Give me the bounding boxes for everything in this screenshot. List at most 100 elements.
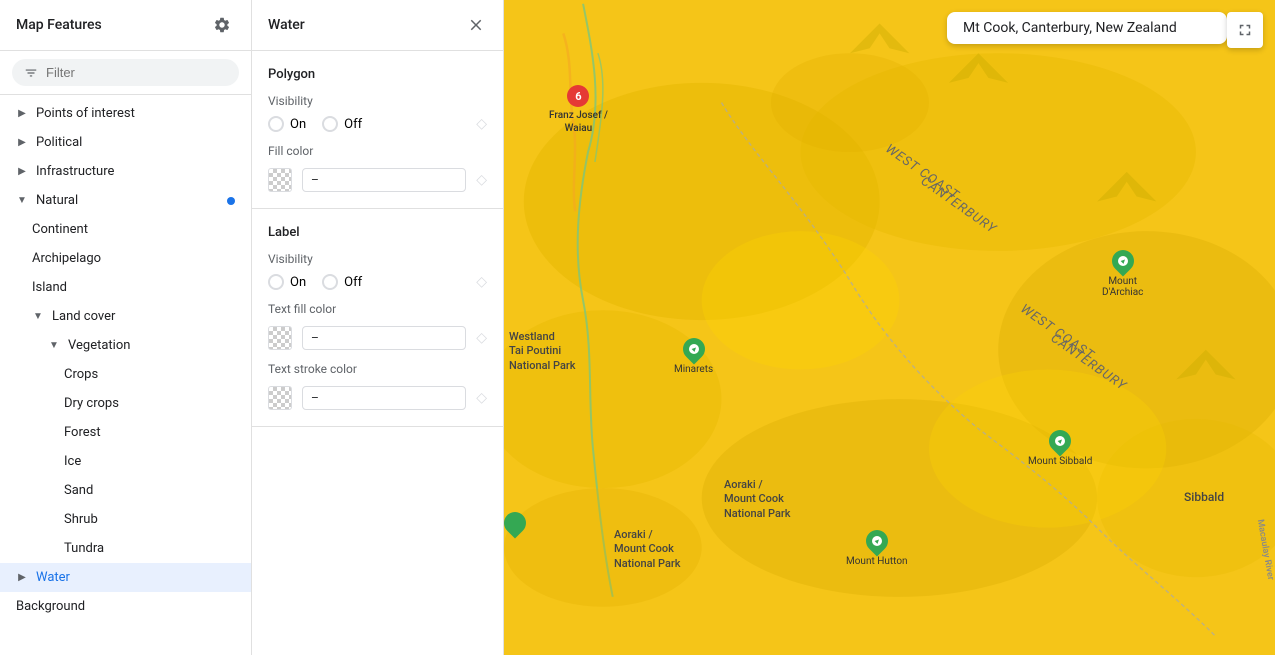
sidebar-item-points-of-interest[interactable]: ▶ Points of interest bbox=[0, 99, 251, 128]
sidebar: Map Features ▶ Points of interest ▶ Poli… bbox=[0, 0, 252, 655]
mountain-marker bbox=[504, 507, 531, 538]
sidebar-item-crops[interactable]: Crops bbox=[0, 360, 251, 389]
poi-mount-hutton: ▲ Mount Hutton bbox=[846, 530, 908, 567]
sidebar-title: Map Features bbox=[16, 17, 102, 33]
sidebar-item-water[interactable]: ▶ Water bbox=[0, 563, 251, 592]
sidebar-item-ice[interactable]: Ice bbox=[0, 447, 251, 476]
sidebar-item-continent[interactable]: Continent bbox=[0, 215, 251, 244]
mountain-marker: ▲ bbox=[861, 525, 892, 556]
region-label-west-coast-2: WEST COAST bbox=[1018, 302, 1097, 364]
label-stroke-value[interactable]: – bbox=[302, 386, 466, 410]
sidebar-item-label: Tundra bbox=[64, 541, 104, 556]
filter-container bbox=[12, 59, 239, 86]
sidebar-item-label: Points of interest bbox=[36, 106, 135, 121]
map-expand-button[interactable] bbox=[1227, 12, 1263, 48]
chevron-right-icon: ▶ bbox=[16, 166, 28, 177]
filter-input[interactable] bbox=[46, 65, 227, 80]
sidebar-item-label: Continent bbox=[32, 222, 88, 237]
label-visibility-diamond[interactable]: ◇ bbox=[476, 274, 487, 290]
sidebar-item-label: Island bbox=[32, 280, 67, 295]
mount-sibbald-label: Mount Sibbald bbox=[1028, 456, 1092, 467]
mountain-marker: ▲ bbox=[1045, 425, 1076, 456]
label-visibility-label: Visibility bbox=[268, 252, 487, 266]
modified-dot bbox=[227, 197, 235, 205]
sidebar-item-dry-crops[interactable]: Dry crops bbox=[0, 389, 251, 418]
label-on-radio[interactable] bbox=[268, 274, 284, 290]
poi-mount-darchiac: ▲ MountD'Archiac bbox=[1102, 250, 1143, 298]
poi-mount-sibbald: ▲ Mount Sibbald bbox=[1028, 430, 1092, 467]
polygon-fill-swatch[interactable] bbox=[268, 168, 292, 192]
map-area[interactable]: Mt Cook, Canterbury, New Zealand WEST CO… bbox=[504, 0, 1275, 655]
close-button[interactable] bbox=[465, 14, 487, 36]
gear-icon bbox=[213, 16, 231, 34]
sidebar-item-label: Ice bbox=[64, 454, 81, 469]
polygon-on-label: On bbox=[290, 117, 306, 132]
label-section-title: Label bbox=[268, 225, 487, 240]
gear-button[interactable] bbox=[209, 12, 235, 38]
polygon-section-title: Polygon bbox=[268, 67, 487, 82]
label-stroke-diamond[interactable]: ◇ bbox=[476, 390, 487, 406]
label-fill-diamond[interactable]: ◇ bbox=[476, 330, 487, 346]
chevron-right-icon: ▶ bbox=[16, 572, 28, 583]
label-visibility-row: On Off ◇ bbox=[268, 274, 487, 290]
search-box: Mt Cook, Canterbury, New Zealand bbox=[947, 12, 1227, 44]
poi-franz-josef-label: Franz Josef /Waiau bbox=[549, 109, 608, 135]
sidebar-item-vegetation[interactable]: ▼ Vegetation bbox=[0, 331, 251, 360]
sidebar-item-sand[interactable]: Sand bbox=[0, 476, 251, 505]
filter-bar bbox=[0, 51, 251, 95]
polygon-on-radio[interactable] bbox=[268, 116, 284, 132]
detail-panel: Water Polygon Visibility On Off ◇ Fil bbox=[252, 0, 504, 655]
label-off-radio[interactable] bbox=[322, 274, 338, 290]
sidebar-item-label: Political bbox=[36, 135, 82, 150]
sidebar-item-forest[interactable]: Forest bbox=[0, 418, 251, 447]
label-fill-color-row: – ◇ bbox=[268, 326, 487, 350]
sidebar-item-natural[interactable]: ▼ Natural bbox=[0, 186, 251, 215]
fill-color-label: Fill color bbox=[268, 144, 487, 158]
sidebar-item-label: Archipelago bbox=[32, 251, 101, 266]
label-stroke-swatch[interactable] bbox=[268, 386, 292, 410]
label-off-label: Off bbox=[344, 275, 362, 290]
sidebar-item-label: Dry crops bbox=[64, 396, 119, 411]
polygon-fill-diamond[interactable]: ◇ bbox=[476, 172, 487, 188]
sidebar-item-political[interactable]: ▶ Political bbox=[0, 128, 251, 157]
label-radio-group: On Off bbox=[268, 274, 460, 290]
label-section: Label Visibility On Off ◇ Text fill colo… bbox=[252, 209, 503, 427]
label-on-label: On bbox=[290, 275, 306, 290]
sidebar-item-background[interactable]: Background bbox=[0, 592, 251, 621]
polygon-fill-color-row: – ◇ bbox=[268, 168, 487, 192]
sidebar-header: Map Features bbox=[0, 0, 251, 51]
mountain-marker: ▲ bbox=[1107, 245, 1138, 276]
sidebar-item-label: Sand bbox=[64, 483, 93, 498]
sidebar-item-label: Vegetation bbox=[68, 338, 130, 353]
chevron-down-icon: ▼ bbox=[48, 340, 60, 351]
river-label: Macaulay River bbox=[1254, 519, 1275, 581]
polygon-off-option[interactable]: Off bbox=[322, 116, 362, 132]
polygon-off-label: Off bbox=[344, 117, 362, 132]
sidebar-item-infrastructure[interactable]: ▶ Infrastructure bbox=[0, 157, 251, 186]
label-fill-swatch[interactable] bbox=[268, 326, 292, 350]
sidebar-item-label: Land cover bbox=[52, 309, 115, 324]
chevron-down-icon: ▼ bbox=[16, 195, 28, 206]
sidebar-item-island[interactable]: Island bbox=[0, 273, 251, 302]
poi-franz-josef: 6 Franz Josef /Waiau bbox=[549, 85, 608, 135]
region-label-canterbury-1: CANTERBURY bbox=[918, 174, 999, 237]
sidebar-item-land-cover[interactable]: ▼ Land cover bbox=[0, 302, 251, 331]
polygon-visibility-diamond[interactable]: ◇ bbox=[476, 116, 487, 132]
sidebar-item-label: Natural bbox=[36, 193, 78, 208]
label-fill-value[interactable]: – bbox=[302, 326, 466, 350]
poi-aoraki-bottom-label: Aoraki /Mount CookNational Park bbox=[614, 528, 681, 571]
poi-minarets: ▲ Minarets bbox=[674, 338, 713, 375]
polygon-radio-group: On Off bbox=[268, 116, 460, 132]
sidebar-item-shrub[interactable]: Shrub bbox=[0, 505, 251, 534]
poi-bottom-left bbox=[504, 512, 526, 534]
chevron-right-icon: ▶ bbox=[16, 137, 28, 148]
label-off-option[interactable]: Off bbox=[322, 274, 362, 290]
sidebar-item-archipelago[interactable]: Archipelago bbox=[0, 244, 251, 273]
expand-icon bbox=[1236, 21, 1254, 39]
sidebar-item-tundra[interactable]: Tundra bbox=[0, 534, 251, 563]
label-on-option[interactable]: On bbox=[268, 274, 306, 290]
polygon-off-radio[interactable] bbox=[322, 116, 338, 132]
polygon-fill-value[interactable]: – bbox=[302, 168, 466, 192]
polygon-on-option[interactable]: On bbox=[268, 116, 306, 132]
polygon-section: Polygon Visibility On Off ◇ Fill color –… bbox=[252, 51, 503, 209]
